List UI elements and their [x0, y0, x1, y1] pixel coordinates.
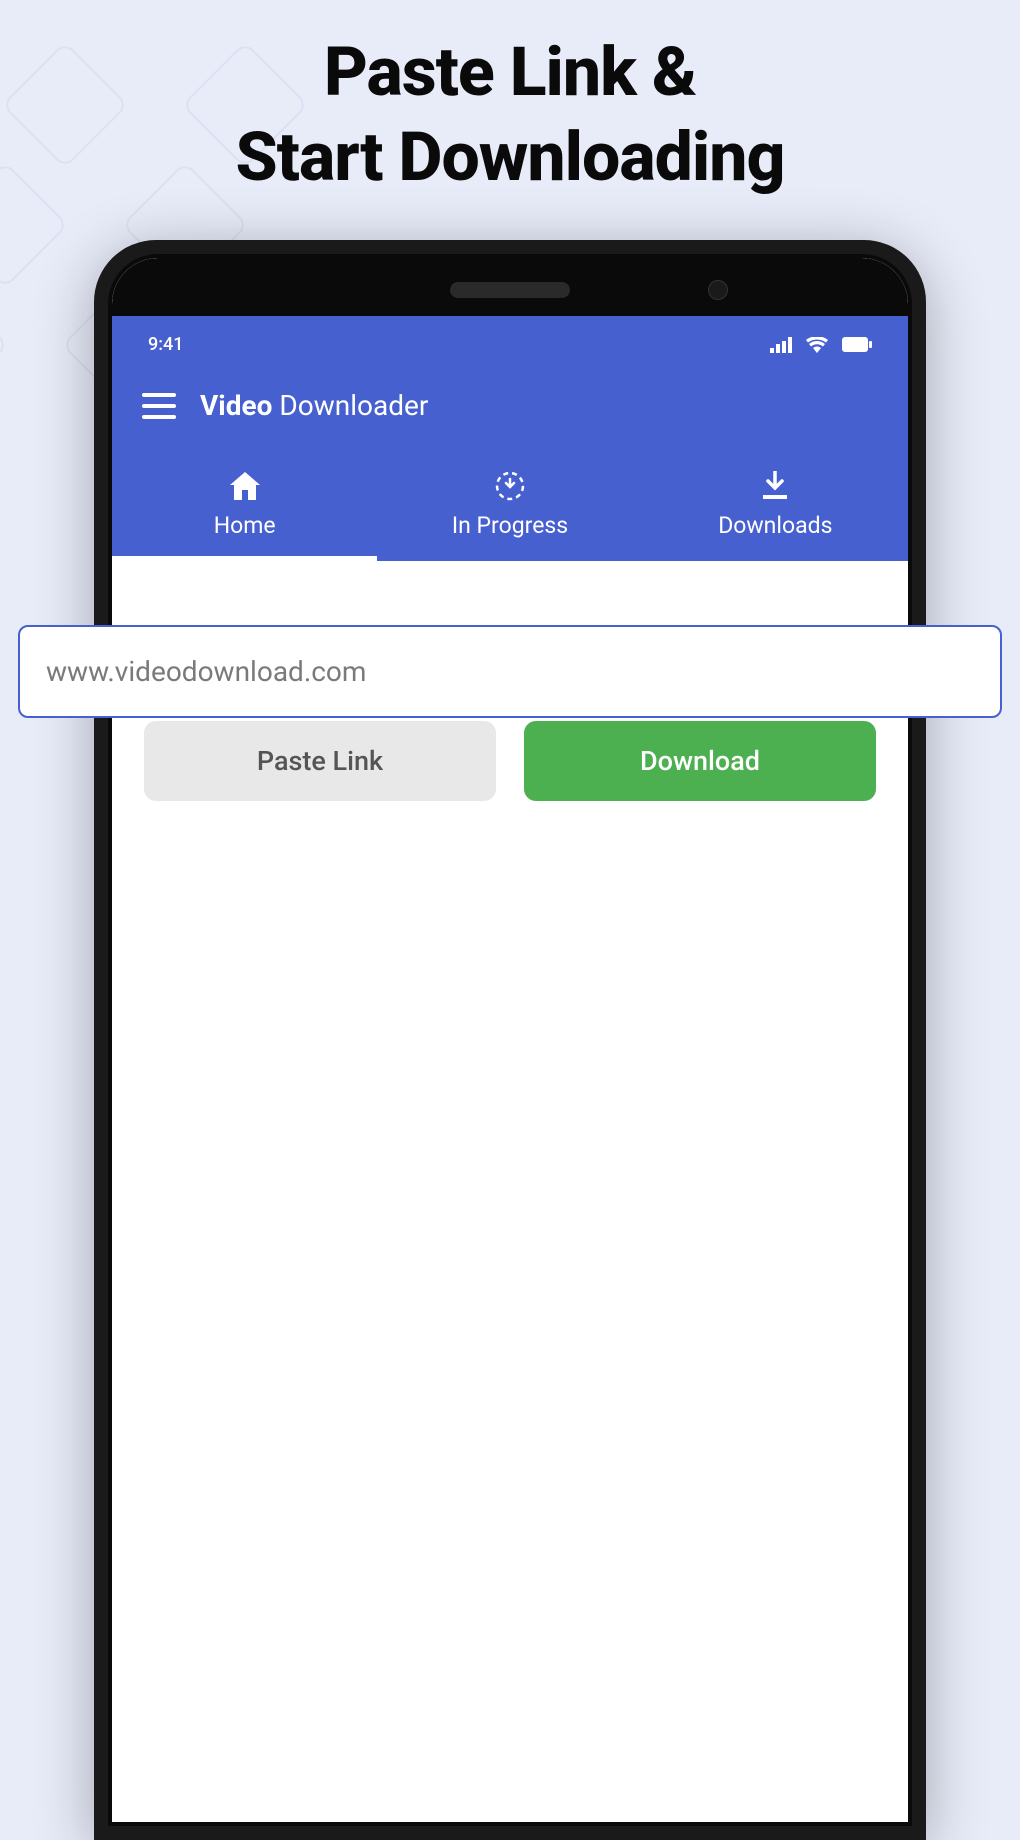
phone-mockup: 9:41 — [94, 240, 926, 1840]
home-icon — [112, 470, 377, 502]
paste-link-button[interactable]: Paste Link — [144, 721, 496, 801]
menu-icon[interactable] — [142, 393, 176, 419]
signal-icon — [770, 337, 792, 353]
headline: Paste Link & Start Downloading — [0, 0, 1020, 200]
tab-downloads[interactable]: Downloads — [643, 458, 908, 561]
progress-icon — [377, 470, 642, 502]
status-time: 9:41 — [148, 334, 183, 355]
headline-line-1: Paste Link & — [324, 32, 696, 112]
phone-notch — [112, 258, 908, 316]
download-button[interactable]: Download — [524, 721, 876, 801]
tabs: Home In Progress Downloads — [112, 450, 908, 561]
wifi-icon — [806, 337, 828, 353]
app-title: Video Downloader — [200, 389, 428, 422]
url-input[interactable] — [18, 625, 1002, 718]
tab-in-progress[interactable]: In Progress — [377, 458, 642, 561]
download-icon — [643, 470, 908, 502]
app-header: 9:41 — [112, 316, 908, 561]
headline-line-2: Start Downloading — [236, 117, 785, 197]
battery-icon — [842, 337, 872, 352]
tab-home[interactable]: Home — [112, 458, 377, 561]
status-bar: 9:41 — [112, 316, 908, 367]
